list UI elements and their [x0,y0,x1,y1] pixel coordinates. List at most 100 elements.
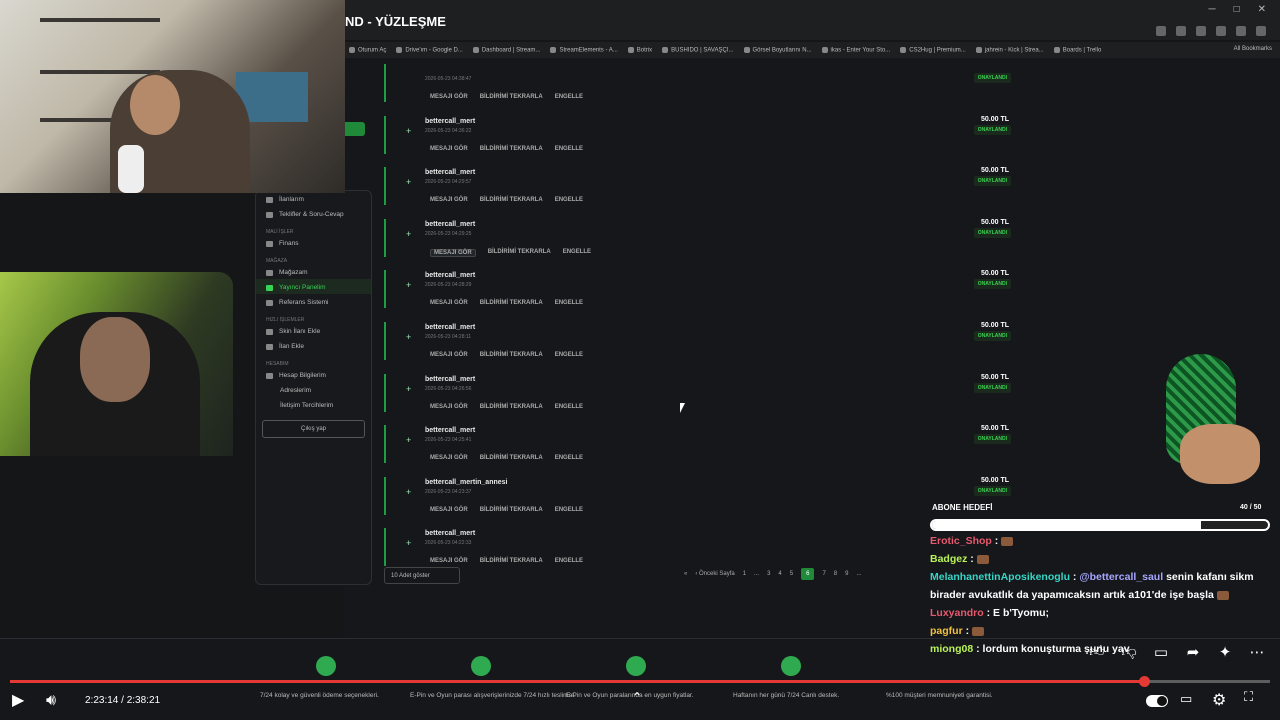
like-icon[interactable]: 👍︎ [1088,642,1106,661]
sidebar-item-add-skin[interactable]: Skin İlanı Ekle [256,323,371,338]
play-icon[interactable]: ▶ [12,690,24,709]
block-button[interactable]: ENGELLE [555,197,583,203]
page-link[interactable]: 1 [743,571,746,577]
fullscreen-icon[interactable]: ⛶ [1244,690,1253,705]
extension-icon[interactable] [1176,26,1186,36]
block-button[interactable]: ENGELLE [555,146,583,152]
comment-icon[interactable]: ▭ [1152,642,1170,661]
first-page-button[interactable]: « [684,571,687,577]
repeat-notification-button[interactable]: BİLDİRİMİ TEKRARLA [488,249,551,257]
bookmark[interactable]: ikas - Enter Your Sto... [822,47,891,53]
row-actions: MESAJI GÖR BİLDİRİMİ TEKRARLA ENGELLE [430,558,583,564]
view-message-button[interactable]: MESAJI GÖR [430,248,476,257]
repeat-notification-button[interactable]: BİLDİRİMİ TEKRARLA [480,404,543,410]
view-message-button[interactable]: MESAJI GÖR [430,94,468,100]
gear-icon[interactable]: ⚙ [1212,690,1226,709]
sidebar-item-contact-prefs[interactable]: İletişim Tercihlerim [256,397,371,412]
repeat-notification-button[interactable]: BİLDİRİMİ TEKRARLA [480,455,543,461]
repeat-notification-button[interactable]: BİLDİRİMİ TEKRARLA [480,352,543,358]
video-progress-bar[interactable] [10,676,1270,687]
block-button[interactable]: ENGELLE [555,507,583,513]
expand-icon[interactable]: + [406,280,411,290]
logout-button[interactable]: Çıkış yap [262,420,365,438]
profile-icon[interactable] [1236,26,1246,36]
view-message-button[interactable]: MESAJI GÖR [430,455,468,461]
bookmark[interactable]: StreamElements - A... [550,47,617,53]
expand-icon[interactable]: + [406,126,411,136]
chevron-up-icon[interactable]: ⌃ [632,690,642,704]
sidebar-item-referral[interactable]: Referans Sistemi [256,294,371,309]
restore-icon[interactable]: □ [1234,4,1240,15]
page-link[interactable]: 7 [822,571,825,577]
block-button[interactable]: ENGELLE [555,300,583,306]
page-link[interactable]: 9 [845,571,848,577]
extension-icon[interactable] [1196,26,1206,36]
expand-icon[interactable]: + [406,384,411,394]
sidebar-item-addresses[interactable]: Adreslerim [256,382,371,397]
page-size-select[interactable]: 10 Adet göster [384,567,460,584]
expand-icon[interactable]: + [406,538,411,548]
menu-icon[interactable] [1256,26,1266,36]
close-icon[interactable]: ✕ [1258,4,1266,15]
bookmark[interactable]: Görsel Boyutlarını N... [744,47,812,53]
bookmark[interactable]: jahrein - Kick | Strea... [976,47,1044,53]
share-icon[interactable]: ➦ [1184,642,1202,661]
block-button[interactable]: ENGELLE [555,352,583,358]
page-link[interactable]: 4 [778,571,781,577]
bookmark[interactable]: CS2Hug | Premium... [900,47,966,53]
view-message-button[interactable]: MESAJI GÖR [430,507,468,513]
bookmark[interactable]: Boards | Trello [1054,47,1102,53]
minimize-icon[interactable]: ─ [1208,4,1215,15]
repeat-notification-button[interactable]: BİLDİRİMİ TEKRARLA [480,94,543,100]
expand-icon[interactable]: + [406,229,411,239]
star-icon[interactable] [1156,26,1166,36]
bookmark[interactable]: BUSHIDO | SAVAŞÇI... [662,47,733,53]
extension-icon[interactable] [1216,26,1226,36]
more-icon[interactable]: ⋯ [1248,642,1266,661]
sidebar-item-add-listing[interactable]: İlan Ekle [256,338,371,353]
expand-icon[interactable]: + [406,332,411,342]
subtitles-icon[interactable]: ▭ [1180,692,1192,707]
progress-scrubber[interactable] [1139,676,1150,687]
page-link[interactable]: 8 [834,571,837,577]
dislike-icon[interactable]: 👎︎ [1120,642,1138,661]
autoplay-toggle[interactable] [1146,695,1168,707]
expand-icon[interactable]: + [406,177,411,187]
expand-icon[interactable]: + [406,435,411,445]
block-button[interactable]: ENGELLE [555,94,583,100]
prev-page-button[interactable]: ‹ Önceki Sayfa [695,571,734,577]
all-bookmarks[interactable]: All Bookmarks [1234,46,1272,52]
sidebar-item-streamer-panel[interactable]: Yayıncı Panelim [256,279,371,294]
sidebar-item-listings[interactable]: İlanlarım [256,191,371,206]
block-button[interactable]: ENGELLE [555,558,583,564]
view-message-button[interactable]: MESAJI GÖR [430,197,468,203]
current-page[interactable]: 6 [801,568,815,580]
expand-icon[interactable]: + [406,487,411,497]
bookmark[interactable]: Oturum Aç [349,47,386,53]
bookmark[interactable]: Drive'ım - Google D... [396,47,463,53]
repeat-notification-button[interactable]: BİLDİRİMİ TEKRARLA [480,146,543,152]
bookmark[interactable]: Dashboard | Stream... [473,47,541,53]
view-message-button[interactable]: MESAJI GÖR [430,146,468,152]
view-message-button[interactable]: MESAJI GÖR [430,352,468,358]
block-button[interactable]: ENGELLE [555,404,583,410]
page-link[interactable]: 5 [790,571,793,577]
view-message-button[interactable]: MESAJI GÖR [430,558,468,564]
view-message-button[interactable]: MESAJI GÖR [430,404,468,410]
sidebar-item-store[interactable]: Mağazam [256,264,371,279]
repeat-notification-button[interactable]: BİLDİRİMİ TEKRARLA [480,197,543,203]
browser-tab-title[interactable]: ND - YÜZLEŞME [345,14,446,29]
repeat-notification-button[interactable]: BİLDİRİMİ TEKRARLA [480,558,543,564]
sparkle-icon[interactable]: ✦ [1216,642,1234,661]
sidebar-item-offers[interactable]: Teklifler & Soru-Cevap [256,206,371,221]
block-button[interactable]: ENGELLE [563,249,591,257]
bookmark[interactable]: Botrix [628,47,652,53]
block-button[interactable]: ENGELLE [555,455,583,461]
repeat-notification-button[interactable]: BİLDİRİMİ TEKRARLA [480,300,543,306]
sidebar-item-account[interactable]: Hesap Bilgilerim [256,367,371,382]
sidebar-item-finance[interactable]: Finans [256,235,371,250]
page-link[interactable]: 3 [767,571,770,577]
repeat-notification-button[interactable]: BİLDİRİMİ TEKRARLA [480,507,543,513]
volume-icon[interactable]: 🔊︎ [46,690,56,710]
view-message-button[interactable]: MESAJI GÖR [430,300,468,306]
